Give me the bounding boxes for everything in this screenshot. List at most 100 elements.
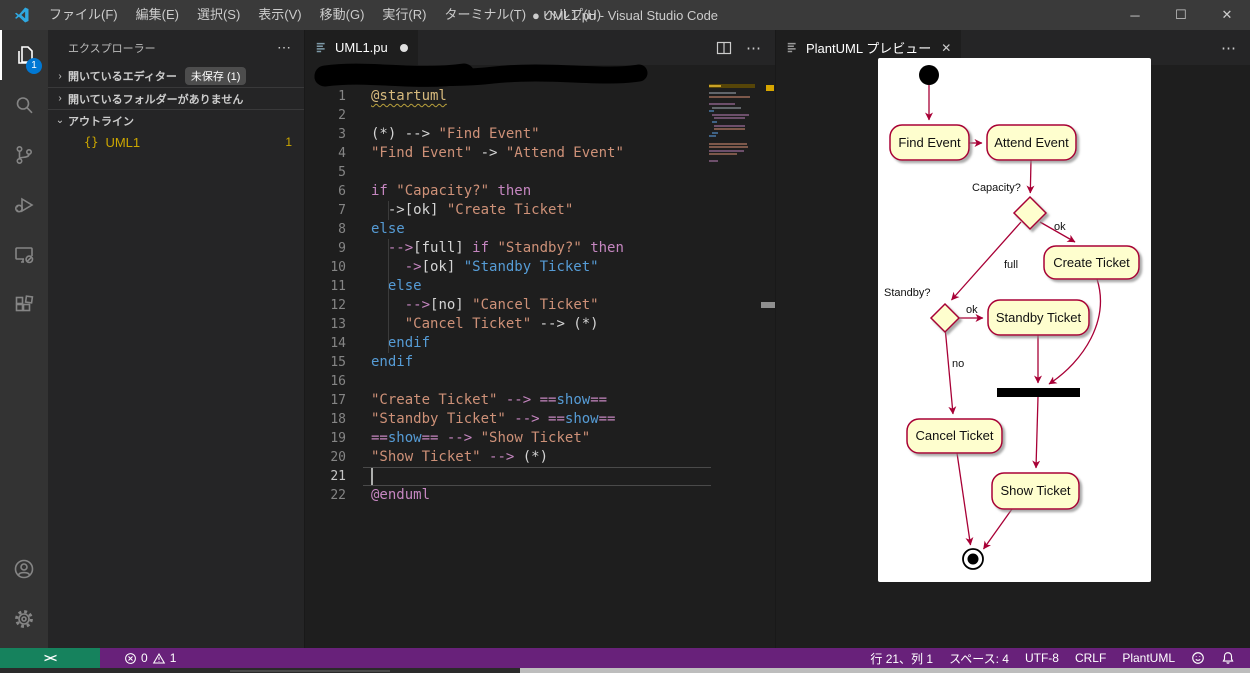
line-text: -->[no] "Cancel Ticket" — [346, 296, 599, 315]
menu-item[interactable]: 選択(S) — [188, 0, 249, 30]
code-line-18[interactable]: 18 "Standby Ticket" --> ==show== — [305, 410, 775, 429]
maximize-button[interactable]: ☐ — [1158, 0, 1204, 30]
menu-item[interactable]: 移動(G) — [311, 0, 374, 30]
minimap-line — [709, 149, 755, 152]
overview-ruler-warning-marker — [766, 85, 774, 91]
language-mode[interactable]: PlantUML — [1117, 648, 1180, 668]
minimize-button[interactable]: ─ — [1112, 0, 1158, 30]
code-line-21[interactable]: 21 — [305, 467, 775, 486]
editor-tab-bar: UML1.pu ⋯ — [305, 30, 775, 65]
code-line-19[interactable]: 19 ==show== --> "Show Ticket" — [305, 429, 775, 448]
minimap-line — [709, 160, 755, 163]
close-button[interactable]: ✕ — [1204, 0, 1250, 30]
code-line-20[interactable]: 20 "Show Ticket" --> (*) — [305, 448, 775, 467]
code-line-14[interactable]: 14 endif — [305, 334, 775, 353]
eol-setting[interactable]: CRLF — [1070, 648, 1111, 668]
text-cursor — [371, 468, 373, 485]
menu-item[interactable]: ヘルプ(H) — [535, 0, 610, 30]
menu-item[interactable]: 実行(R) — [373, 0, 435, 30]
preview-actions: ⋯ — [1221, 30, 1250, 65]
activity-run-debug[interactable] — [0, 180, 48, 230]
minimap-line — [709, 135, 755, 138]
window-controls: ─ ☐ ✕ — [1112, 0, 1250, 30]
code-line-3[interactable]: 3 (*) --> "Find Event" — [305, 125, 775, 144]
line-number: 5 — [338, 165, 346, 180]
line-number: 15 — [330, 355, 346, 370]
code-line-16[interactable]: 16 — [305, 372, 775, 391]
account-icon — [14, 559, 34, 579]
menu-item[interactable]: 編集(E) — [127, 0, 188, 30]
code-line-6[interactable]: 6 if "Capacity?" then — [305, 182, 775, 201]
activity-accounts[interactable] — [0, 544, 48, 594]
code-line-7[interactable]: 7 ->[ok] "Create Ticket" — [305, 201, 775, 220]
activity-settings[interactable] — [0, 594, 48, 644]
code-line-4[interactable]: 4 "Find Event" -> "Attend Event" — [305, 144, 775, 163]
code-line-5[interactable]: 5 — [305, 163, 775, 182]
line-number: 7 — [338, 203, 346, 218]
line-number: 14 — [330, 336, 346, 351]
edge-label-full: full — [1004, 259, 1018, 271]
activity-source-control[interactable] — [0, 130, 48, 180]
remote-indicator[interactable]: >< — [0, 648, 100, 668]
menu-item[interactable]: 表示(V) — [249, 0, 310, 30]
code-token: "Attend Event" — [505, 145, 624, 161]
minimap-code-bar — [709, 149, 745, 152]
line-text — [346, 106, 371, 125]
code-line-12[interactable]: 12 -->[no] "Cancel Ticket" — [305, 296, 775, 315]
activity-remote-explorer[interactable] — [0, 230, 48, 280]
code-line-2[interactable]: 2 — [305, 106, 775, 125]
node-label-create-ticket: Create Ticket — [1053, 255, 1130, 270]
remote-explorer-icon — [15, 247, 34, 264]
section-open-editors[interactable]: › 開いているエディター 未保存 (1) — [48, 65, 304, 87]
tab-uml1[interactable]: UML1.pu — [305, 30, 418, 65]
outline-item-uml1[interactable]: {} UML1 1 — [48, 131, 304, 153]
code-editor[interactable]: 1 @startuml 2 3 (*) --> "Find Event" 4 "Find E… — [305, 87, 775, 648]
section-no-folder[interactable]: › 開いているフォルダーがありません — [48, 87, 304, 109]
activity-bar-bottom — [0, 544, 48, 644]
more-actions-icon[interactable]: ⋯ — [746, 39, 761, 57]
tab-label: UML1.pu — [335, 40, 388, 55]
line-text: else — [346, 220, 405, 239]
code-line-10[interactable]: 10 ->[ok] "Standby Ticket" — [305, 258, 775, 277]
bell-icon[interactable] — [1216, 648, 1240, 668]
code-line-17[interactable]: 17 "Create Ticket" --> ==show== — [305, 391, 775, 410]
problems-indicator[interactable]: 0 1 — [118, 648, 182, 668]
cursor-position[interactable]: 行 21、列 1 — [865, 648, 938, 668]
code-line-11[interactable]: 11 else — [305, 277, 775, 296]
code-line-8[interactable]: 8 else — [305, 220, 775, 239]
activity-explorer[interactable]: 1 — [0, 30, 48, 80]
code-token: else — [371, 221, 405, 237]
activity-search[interactable] — [0, 80, 48, 130]
code-line-9[interactable]: 9 -->[full] if "Standby?" then — [305, 239, 775, 258]
modified-dot-icon[interactable] — [399, 43, 408, 52]
code-line-22[interactable]: 22 @enduml — [305, 486, 775, 505]
minimap-code-bar — [709, 160, 719, 163]
minimap-code-bar — [711, 131, 719, 134]
encoding-setting[interactable]: UTF-8 — [1020, 648, 1064, 668]
edge-label-capacity: Capacity? — [972, 182, 1021, 194]
split-editor-icon[interactable] — [716, 40, 732, 56]
line-text: "Cancel Ticket" --> (*) — [346, 315, 599, 334]
section-outline[interactable]: ⌄ アウトライン — [48, 109, 304, 131]
line-number: 9 — [338, 241, 346, 256]
code-line-15[interactable]: 15 endif — [305, 353, 775, 372]
indent-setting[interactable]: スペース: 4 — [944, 648, 1014, 668]
menu-item[interactable]: ファイル(F) — [40, 0, 127, 30]
more-actions-icon[interactable]: ⋯ — [277, 39, 292, 56]
menu-item[interactable]: ターミナル(T) — [435, 0, 535, 30]
more-actions-icon[interactable]: ⋯ — [1221, 39, 1236, 57]
code-line-13[interactable]: 13 "Cancel Ticket" --> (*) — [305, 315, 775, 334]
minimap[interactable] — [709, 84, 755, 205]
code-token: "Create Ticket" — [371, 392, 498, 408]
code-token: "Create Ticket" — [446, 202, 574, 218]
close-icon[interactable]: ✕ — [941, 41, 951, 55]
feedback-icon[interactable] — [1186, 648, 1210, 668]
minimap-code-bar — [711, 113, 750, 116]
activity-extensions[interactable] — [0, 280, 48, 330]
line-text: @enduml — [346, 486, 430, 505]
